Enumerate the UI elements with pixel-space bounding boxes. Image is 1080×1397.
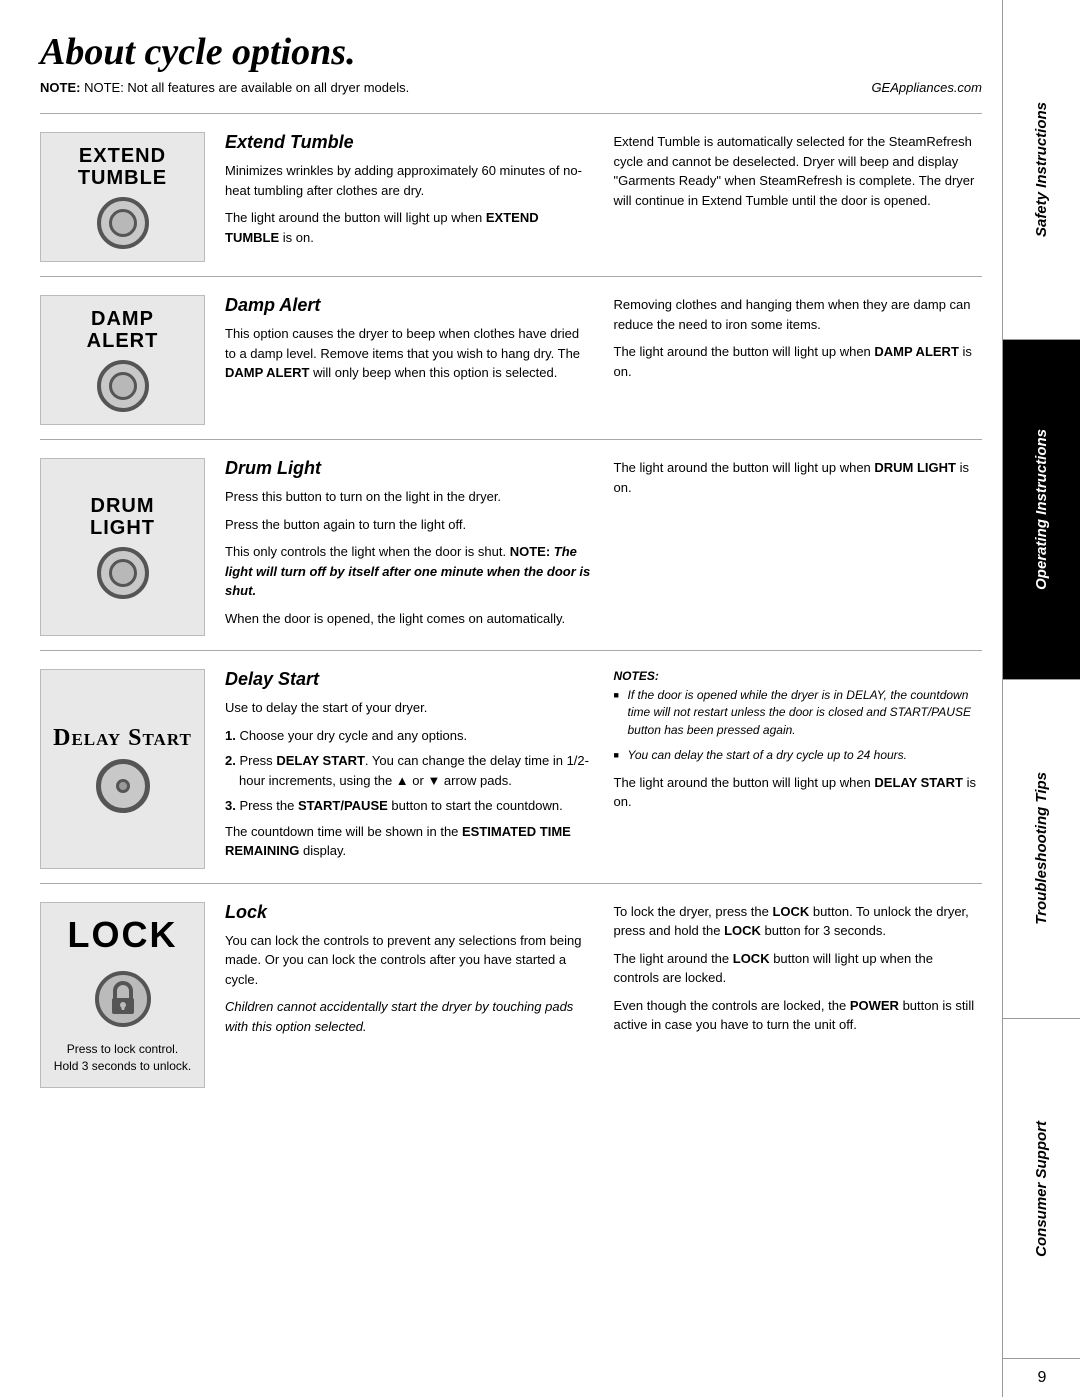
lock-icon-box: LOCK Press to lock control. <box>40 902 205 1088</box>
lock-bottom-text: Press to lock control. Hold 3 seconds to… <box>54 1041 191 1075</box>
sidebar: Safety Instructions Operating Instructio… <box>1002 0 1080 1397</box>
lock-col-left: Lock You can lock the controls to preven… <box>225 902 594 1088</box>
delay-start-text-bottom: The countdown time will be shown in the … <box>225 822 594 861</box>
drum-light-circle-icon <box>97 547 149 599</box>
delay-start-section: Delay Start Delay Start Use to delay the… <box>40 650 982 883</box>
page-title: About cycle options. <box>40 30 982 74</box>
website: GEAppliances.com <box>871 80 982 95</box>
drum-light-title: Drum Light <box>225 458 594 479</box>
delay-start-circle-icon <box>96 759 150 813</box>
delay-start-col-right: NOTES: If the door is opened while the d… <box>614 669 983 869</box>
lock-right-text-3: Even though the controls are locked, the… <box>614 996 983 1035</box>
sidebar-safety: Safety Instructions <box>1003 0 1080 340</box>
page-wrapper: About cycle options. NOTE: NOTE: Not all… <box>0 0 1080 1397</box>
sidebar-troubleshooting-label: Troubleshooting Tips <box>1033 772 1051 925</box>
damp-alert-text-1: This option causes the dryer to beep whe… <box>225 324 594 383</box>
extend-tumble-title: Extend Tumble <box>225 132 594 153</box>
delay-start-step-2: 2. Press DELAY START. You can change the… <box>225 751 594 790</box>
delay-start-col-left: Delay Start Use to delay the start of yo… <box>225 669 594 869</box>
extend-tumble-circle-inner <box>109 209 137 237</box>
sidebar-safety-label: Safety Instructions <box>1033 102 1051 237</box>
delay-start-bullet-1: If the door is opened while the dryer is… <box>614 687 983 739</box>
damp-alert-content: Damp Alert This option causes the dryer … <box>225 295 982 425</box>
drum-light-circle-inner <box>109 559 137 587</box>
drum-light-icon-box: DRUM LIGHT <box>40 458 205 636</box>
extend-tumble-right-text: Extend Tumble is automatically selected … <box>614 132 983 210</box>
damp-alert-col-right: Removing clothes and hanging them when t… <box>614 295 983 425</box>
extend-tumble-icon-box: EXTEND TUMBLE <box>40 132 205 262</box>
sidebar-consumer-label: Consumer Support <box>1033 1121 1051 1257</box>
drum-light-col-right: The light around the button will light u… <box>614 458 983 636</box>
note-line: NOTE: NOTE: Not all features are availab… <box>40 80 982 95</box>
main-content: About cycle options. NOTE: NOTE: Not all… <box>0 0 1002 1397</box>
extend-tumble-text-1: Minimizes wrinkles by adding approximate… <box>225 161 594 200</box>
delay-start-right-bottom: The light around the button will light u… <box>614 773 983 812</box>
page-number: 9 <box>1003 1359 1080 1397</box>
sidebar-operating: Operating Instructions <box>1003 340 1080 680</box>
note-text: NOTE: NOTE: Not all features are availab… <box>40 80 409 95</box>
drum-light-text-4: When the door is opened, the light comes… <box>225 609 594 629</box>
drum-light-content: Drum Light Press this button to turn on … <box>225 458 982 636</box>
damp-alert-circle-icon <box>97 360 149 412</box>
damp-alert-icon-box: DAMP ALERT <box>40 295 205 425</box>
sidebar-troubleshooting: Troubleshooting Tips <box>1003 680 1080 1020</box>
delay-start-label: Delay Start <box>53 725 192 751</box>
delay-start-icon-box: Delay Start <box>40 669 205 869</box>
delay-start-bullet-2: You can delay the start of a dry cycle u… <box>614 747 983 764</box>
lock-svg-icon <box>94 970 152 1028</box>
delay-start-title: Delay Start <box>225 669 594 690</box>
damp-alert-right-text-1: Removing clothes and hanging them when t… <box>614 295 983 334</box>
drum-light-right-text: The light around the button will light u… <box>614 458 983 497</box>
lock-title: Lock <box>225 902 594 923</box>
extend-tumble-col-left: Extend Tumble Minimizes wrinkles by addi… <box>225 132 594 262</box>
extend-tumble-label: EXTEND TUMBLE <box>78 145 167 189</box>
lock-col-right: To lock the dryer, press the LOCK button… <box>614 902 983 1088</box>
lock-text-1: You can lock the controls to prevent any… <box>225 931 594 990</box>
drum-light-label: DRUM LIGHT <box>90 495 155 539</box>
drum-light-text-3: This only controls the light when the do… <box>225 542 594 601</box>
damp-alert-label: DAMP ALERT <box>87 308 159 352</box>
sidebar-consumer: Consumer Support <box>1003 1019 1080 1359</box>
delay-start-step-1: 1. Choose your dry cycle and any options… <box>225 726 594 746</box>
delay-start-step-3: 3. Press the START/PAUSE button to start… <box>225 796 594 816</box>
lock-text-2: Children cannot accidentally start the d… <box>225 997 594 1036</box>
drum-light-section: DRUM LIGHT Drum Light Press this button … <box>40 439 982 650</box>
delay-start-circle-inner <box>116 779 130 793</box>
damp-alert-right-text-2: The light around the button will light u… <box>614 342 983 381</box>
damp-alert-title: Damp Alert <box>225 295 594 316</box>
extend-tumble-col-right: Extend Tumble is automatically selected … <box>614 132 983 262</box>
drum-light-text-2: Press the button again to turn the light… <box>225 515 594 535</box>
extend-tumble-text-2: The light around the button will light u… <box>225 208 594 247</box>
lock-section: LOCK Press to lock control. <box>40 883 982 1102</box>
sidebar-operating-label: Operating Instructions <box>1033 429 1051 590</box>
extend-tumble-circle-icon <box>97 197 149 249</box>
extend-tumble-content: Extend Tumble Minimizes wrinkles by addi… <box>225 132 982 262</box>
extend-tumble-section: EXTEND TUMBLE Extend Tumble Minimizes wr… <box>40 113 982 276</box>
damp-alert-circle-inner <box>109 372 137 400</box>
drum-light-text-1: Press this button to turn on the light i… <box>225 487 594 507</box>
lock-right-text-1: To lock the dryer, press the LOCK button… <box>614 902 983 941</box>
delay-start-content: Delay Start Use to delay the start of yo… <box>225 669 982 869</box>
lock-label: LOCK <box>68 915 178 955</box>
lock-right-text-2: The light around the LOCK button will li… <box>614 949 983 988</box>
damp-alert-col-left: Damp Alert This option causes the dryer … <box>225 295 594 425</box>
delay-start-text-0: Use to delay the start of your dryer. <box>225 698 594 718</box>
lock-icon-circle <box>94 970 152 1033</box>
drum-light-col-left: Drum Light Press this button to turn on … <box>225 458 594 636</box>
damp-alert-section: DAMP ALERT Damp Alert This option causes… <box>40 276 982 439</box>
delay-start-notes-label: NOTES: <box>614 669 983 683</box>
lock-content: Lock You can lock the controls to preven… <box>225 902 982 1088</box>
